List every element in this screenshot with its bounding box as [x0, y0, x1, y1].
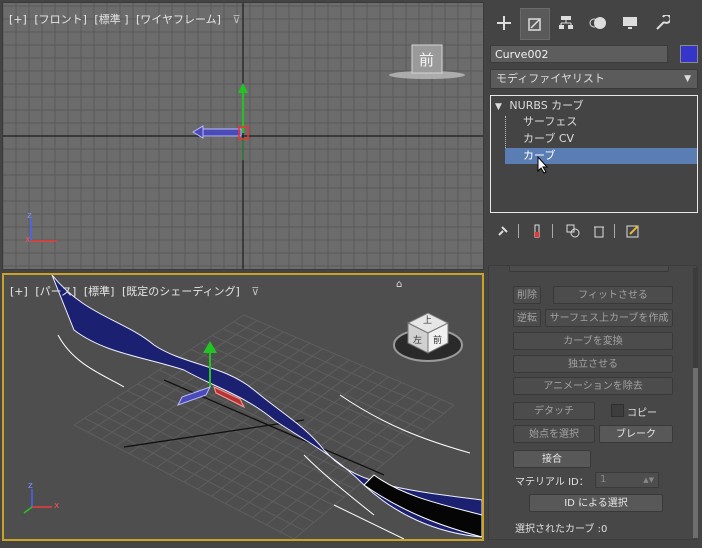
perspective-viewport[interactable]: [+] [パース] [標準] [既定のシェーディング] ⊽ ⌂ 上 左 前 z …	[2, 273, 484, 541]
make-independent-button[interactable]: 独立させる	[513, 355, 673, 373]
viewcube-top-label: 上	[423, 316, 433, 326]
persp-viewport-label[interactable]: [+] [パース] [標準] [既定のシェーディング] ⊽	[10, 283, 263, 299]
viewport-mode-label[interactable]: [ワイヤフレーム]	[136, 13, 221, 26]
fit-button[interactable]: フィットさせる	[553, 286, 673, 304]
panel-scrollbar[interactable]	[693, 268, 698, 538]
object-color-swatch[interactable]	[680, 45, 698, 63]
expand-triangle-icon[interactable]: ▼	[495, 102, 502, 112]
stack-item-label: カーブ CV	[523, 132, 575, 145]
modifier-stack: ▼ NURBS カーブ サーフェス カーブ CV カーブ	[490, 95, 698, 213]
stack-item-nurbs-curve[interactable]: ▼ NURBS カーブ	[495, 98, 584, 114]
convert-curve-button[interactable]: カーブを変換	[513, 332, 673, 350]
stack-item-curve-cv[interactable]: カーブ CV	[505, 131, 574, 147]
delete-button[interactable]: 削除	[513, 286, 541, 304]
command-panel: Curve002 モディファイヤリスト ▼ ▼ NURBS カーブ サーフェス …	[486, 0, 702, 548]
front-grid	[3, 3, 483, 269]
modifier-list-dropdown[interactable]: モディファイヤリスト ▼	[490, 69, 698, 89]
perspective-scene	[23, 275, 482, 539]
axis-x-label: x	[25, 235, 31, 245]
viewport-shading-label[interactable]: [標準 ]	[94, 13, 128, 26]
reverse-button[interactable]: 逆転	[513, 309, 541, 327]
stack-item-label: サーフェス	[523, 115, 578, 128]
break-button[interactable]: ブレーク	[599, 425, 673, 443]
copy-checkbox[interactable]	[611, 404, 624, 417]
viewcube-front-label: 前	[433, 336, 443, 346]
stack-toolbar	[490, 220, 698, 242]
filter-icon[interactable]: ⊽	[232, 13, 240, 26]
display-tab-icon[interactable]	[616, 8, 644, 38]
toolbar-divider	[552, 224, 553, 238]
axis-tripod-persp	[23, 489, 52, 514]
command-panel-tabs	[486, 6, 702, 40]
remove-animation-button[interactable]: アニメーションを除去	[513, 377, 673, 395]
trash-icon[interactable]	[590, 222, 608, 240]
select-by-id-button[interactable]: ID による選択	[529, 494, 663, 512]
modifier-list-label: モディファイヤリスト	[496, 72, 605, 85]
chevron-down-icon: ▼	[684, 74, 691, 84]
axis-z-label: z	[27, 211, 32, 221]
create-tab-icon[interactable]	[490, 8, 518, 38]
utilities-tab-icon[interactable]	[648, 8, 676, 38]
axis-z-label: z	[28, 481, 33, 491]
stack-item-label: NURBS カーブ	[509, 99, 584, 112]
join-button[interactable]: 接合	[513, 450, 591, 468]
front-viewport-label[interactable]: [+] [フロント] [標準 ] [ワイヤフレーム] ⊽	[9, 11, 245, 27]
hierarchy-tab-icon[interactable]	[552, 8, 580, 38]
viewport-plus-menu[interactable]: [+]	[9, 13, 27, 26]
pin-stack-icon[interactable]	[494, 222, 512, 240]
show-end-result-icon[interactable]	[528, 222, 546, 240]
move-gizmo-front[interactable]	[192, 83, 249, 160]
viewcube-left-label: 左	[413, 336, 423, 346]
viewport-mode-label[interactable]: [既定のシェーディング]	[122, 285, 240, 298]
viewport-plus-menu[interactable]: [+]	[10, 285, 28, 298]
stack-item-surface[interactable]: サーフェス	[505, 114, 577, 130]
motion-tab-icon[interactable]	[584, 8, 612, 38]
material-id-spinner[interactable]: 1 ▲▼	[595, 472, 659, 488]
make-curve-on-surface-button[interactable]: サーフェス上カーブを作成	[545, 309, 673, 327]
cursor-icon	[537, 155, 549, 177]
viewport-shading-label[interactable]: [標準]	[84, 285, 115, 298]
scrollbar-thumb[interactable]	[693, 368, 698, 538]
toolbar-divider	[518, 224, 519, 238]
copy-label: コピー	[627, 408, 657, 419]
viewport-view-label[interactable]: [フロント]	[34, 13, 87, 26]
object-name-row: Curve002	[490, 45, 700, 65]
rollout-top-button[interactable]	[509, 266, 669, 272]
viewcube-face-label: 前	[419, 51, 435, 69]
viewport-view-label[interactable]: [パース]	[35, 285, 76, 298]
material-id-value: 1	[600, 474, 607, 485]
home-icon[interactable]: ⌂	[396, 279, 402, 290]
curve-common-rollout: 削除 フィットさせる 逆転 サーフェス上カーブを作成 カーブを変換 独立させる …	[488, 265, 697, 540]
front-viewport[interactable]: [+] [フロント] [標準 ] [ワイヤフレーム] ⊽ 前 z x	[2, 2, 484, 270]
filter-icon[interactable]: ⊽	[251, 285, 259, 298]
selected-curves-count: 選択されたカーブ :0	[515, 524, 608, 535]
make-unique-icon[interactable]	[564, 222, 582, 240]
configure-modifier-sets-icon[interactable]	[624, 222, 642, 240]
material-id-label: マテリアル ID：	[515, 477, 589, 488]
object-name-field[interactable]: Curve002	[490, 45, 668, 63]
modify-tab-icon[interactable]	[520, 8, 550, 40]
spinner-arrows-icon[interactable]: ▲▼	[643, 473, 654, 487]
stack-item-curve[interactable]: カーブ	[505, 148, 697, 164]
detach-button[interactable]: デタッチ	[513, 402, 595, 420]
toolbar-divider	[614, 224, 615, 238]
select-start-point-button[interactable]: 始点を選択	[513, 425, 595, 443]
axis-x-label: x	[54, 501, 60, 511]
axis-tripod-front	[30, 218, 57, 242]
